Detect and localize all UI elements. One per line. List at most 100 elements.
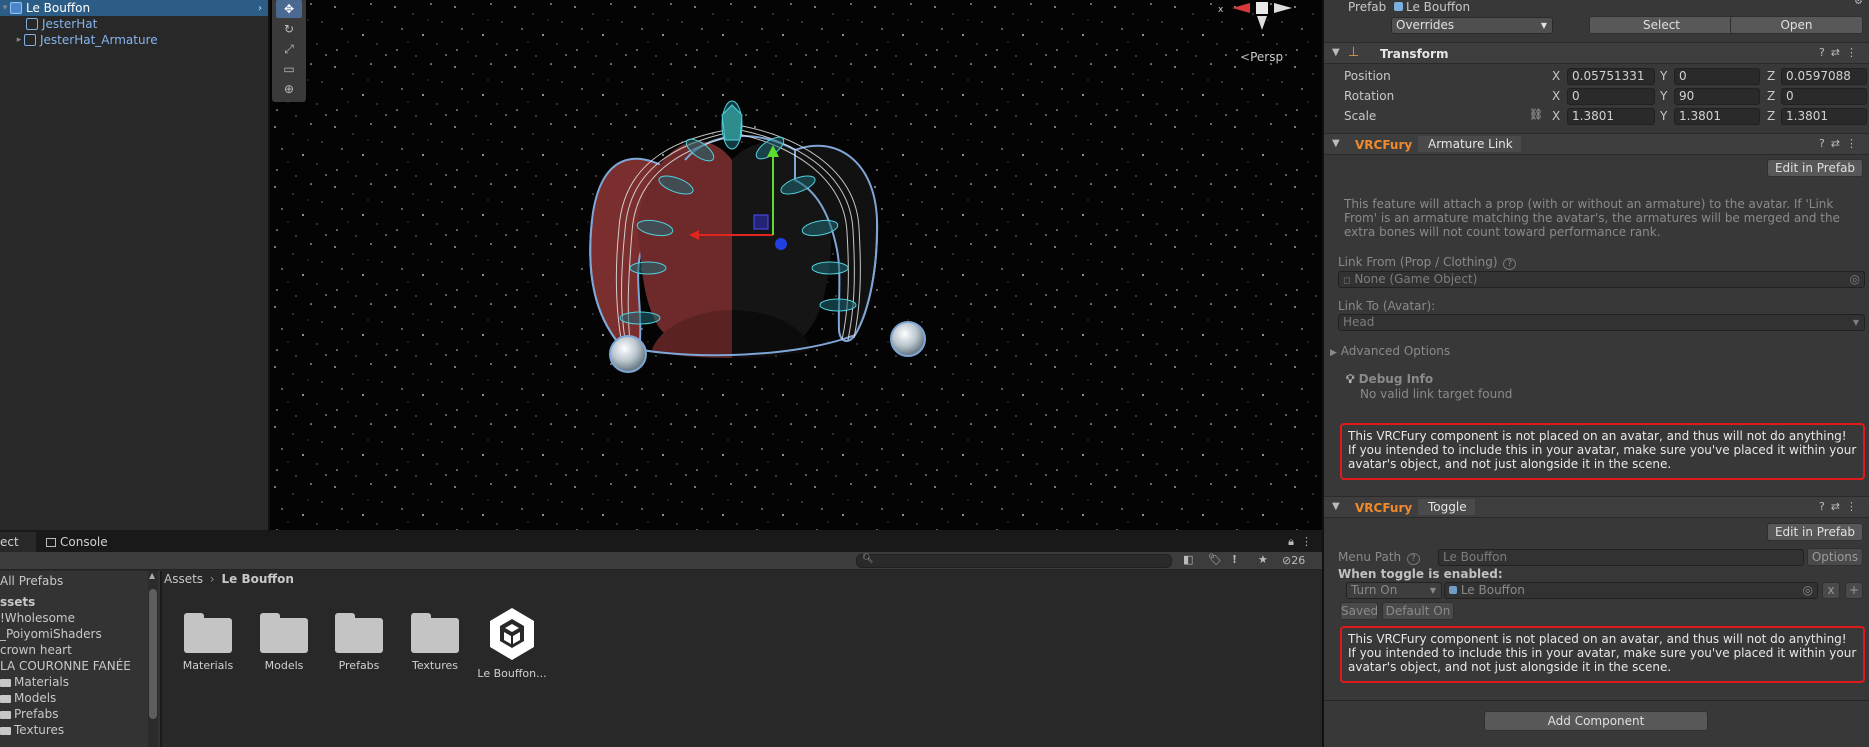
fold-arrow-icon[interactable]: ▼	[1332, 501, 1340, 512]
axis-z-label[interactable]: Z	[1767, 89, 1775, 103]
preset-icon[interactable]: ⇄	[1831, 46, 1846, 59]
kebab-menu-icon[interactable]: ⋮	[1301, 535, 1312, 548]
remove-action-button[interactable]: x	[1822, 582, 1840, 599]
prefab-name[interactable]: Le Bouffon	[1394, 0, 1470, 14]
tree-item-all-prefabs[interactable]: All Prefabs	[0, 574, 63, 588]
perspective-label[interactable]: <Persp	[1240, 50, 1283, 64]
link-icon[interactable]: ⛓︎	[1529, 108, 1543, 121]
tree-item-materials[interactable]: Materials	[0, 675, 69, 689]
default-on-toggle-button[interactable]: Default On	[1382, 602, 1454, 620]
axis-z-label[interactable]: Z	[1767, 109, 1775, 123]
axis-z-label[interactable]: Z	[1767, 69, 1775, 83]
transform-header[interactable]: ▼ ⊥ Transform ?⇄⋮	[1324, 42, 1869, 64]
help-icon[interactable]: ?	[1406, 553, 1420, 565]
edit-in-prefab-button[interactable]: Edit in Prefab	[1767, 159, 1863, 177]
help-icon[interactable]: ?	[1819, 137, 1831, 150]
project-splitter[interactable]	[160, 571, 162, 747]
gear-icon[interactable]: ⚙︎	[1854, 0, 1863, 7]
move-tool-icon[interactable]: ✥	[276, 0, 302, 18]
scale-x-field[interactable]: 1.3801	[1567, 108, 1655, 125]
object-picker-icon[interactable]: ◎	[1850, 272, 1860, 287]
tree-item-models[interactable]: Models	[0, 691, 56, 705]
scene-view[interactable]: x	[270, 0, 1322, 530]
hidden-count[interactable]: ⊘26	[1282, 554, 1305, 567]
asset-folder-prefabs[interactable]: Prefabs	[322, 603, 396, 672]
help-icon[interactable]: ?	[1819, 46, 1831, 59]
axis-x-label[interactable]: X	[1552, 89, 1560, 103]
link-from-field[interactable]: ◻︎ None (Game Object) ◎	[1338, 271, 1865, 288]
fold-arrow-icon[interactable]: ▸	[14, 35, 24, 45]
breadcrumb-assets[interactable]: Assets	[164, 572, 203, 586]
overrides-dropdown[interactable]: Overrides ▼	[1391, 17, 1553, 34]
tree-item-wholesome[interactable]: !Wholesome	[0, 611, 75, 625]
scale-tool-icon[interactable]: ⤢	[276, 40, 302, 58]
help-icon[interactable]: ?	[1503, 258, 1517, 270]
tree-item-poiyomi[interactable]: _PoiyomiShaders	[0, 627, 102, 641]
asset-folder-materials[interactable]: Materials	[171, 603, 245, 672]
scene-canvas[interactable]: x	[270, 0, 1322, 530]
select-button[interactable]: Select	[1589, 16, 1734, 34]
tree-item-textures[interactable]: Textures	[0, 723, 64, 737]
favorite-star-icon[interactable]: ★	[1258, 553, 1268, 566]
open-button[interactable]: Open	[1730, 16, 1863, 34]
menu-path-field[interactable]: Le Bouffon	[1438, 549, 1804, 566]
axis-y-label[interactable]: Y	[1660, 89, 1667, 103]
object-picker-icon[interactable]: ◎	[1803, 583, 1813, 598]
action-dropdown[interactable]: Turn On ▼	[1346, 582, 1442, 599]
tree-item-la-couronne[interactable]: LA COURONNE FANÉE	[0, 659, 131, 673]
rotation-x-field[interactable]: 0	[1567, 88, 1655, 105]
asset-folder-textures[interactable]: Textures	[398, 603, 472, 672]
tree-item-crown-heart[interactable]: crown heart	[0, 643, 72, 657]
asset-unity-package[interactable]: Le Bouffon...	[475, 603, 549, 680]
target-object-field[interactable]: Le Bouffon ◎	[1444, 582, 1818, 599]
axis-y-label[interactable]: Y	[1660, 69, 1667, 83]
toggle-header[interactable]: ▼ VRCFury Toggle ?⇄⋮	[1324, 496, 1869, 518]
hierarchy-item-jesterhat[interactable]: JesterHat	[0, 16, 268, 32]
project-search-input[interactable]: 🔍︎	[856, 554, 1172, 568]
add-action-button[interactable]: +	[1845, 582, 1863, 599]
rect-tool-icon[interactable]: ▭	[276, 60, 302, 78]
rotation-y-field[interactable]: 90	[1674, 88, 1760, 105]
axis-x-label[interactable]: X	[1552, 109, 1560, 123]
label-filter-icon[interactable]: 🏷︎	[1208, 553, 1222, 566]
asset-folder-models[interactable]: Models	[247, 603, 321, 672]
transform-tool-icon[interactable]: ⊕	[276, 80, 302, 98]
position-z-field[interactable]: 0.0597088	[1781, 68, 1867, 85]
type-filter-icon[interactable]: ◧	[1183, 553, 1193, 566]
lock-icon[interactable]: 🔒︎	[1288, 535, 1294, 549]
help-icon[interactable]: ?	[1819, 500, 1831, 513]
fold-arrow-icon[interactable]: ▾	[0, 3, 10, 13]
position-y-field[interactable]: 0	[1674, 68, 1760, 85]
options-button[interactable]: Options	[1807, 548, 1863, 566]
fold-arrow-icon[interactable]: ▼	[1332, 47, 1340, 58]
armature-link-header[interactable]: ▼ VRCFury Armature Link ?⇄⋮	[1324, 133, 1869, 155]
position-x-field[interactable]: 0.05751331	[1567, 68, 1655, 85]
preset-icon[interactable]: ⇄	[1831, 500, 1846, 513]
hierarchy-item-le-bouffon[interactable]: ▾ Le Bouffon ›	[0, 0, 268, 16]
saved-toggle-button[interactable]: Saved	[1340, 602, 1378, 620]
axis-y-label[interactable]: Y	[1660, 109, 1667, 123]
advanced-options-foldout[interactable]: ▶ Advanced Options	[1330, 344, 1450, 358]
breadcrumb-le-bouffon[interactable]: Le Bouffon	[222, 572, 294, 586]
tree-item-assets[interactable]: ssets	[0, 595, 35, 609]
axis-x-label[interactable]: X	[1552, 69, 1560, 83]
fold-arrow-icon[interactable]: ▼	[1332, 138, 1340, 149]
kebab-menu-icon[interactable]: ⋮	[1846, 46, 1863, 59]
preset-icon[interactable]: ⇄	[1831, 137, 1846, 150]
tree-scrollbar[interactable]: ▲	[148, 571, 158, 747]
add-component-button[interactable]: Add Component	[1484, 711, 1708, 731]
tree-item-prefabs[interactable]: Prefabs	[0, 707, 59, 721]
tree-scrollbar-thumb[interactable]	[149, 589, 157, 719]
link-to-dropdown[interactable]: Head ▼	[1338, 314, 1865, 331]
scale-z-field[interactable]: 1.3801	[1781, 108, 1867, 125]
scroll-up-icon[interactable]: ▲	[149, 571, 155, 580]
kebab-menu-icon[interactable]: ⋮	[1846, 500, 1863, 513]
edit-in-prefab-button[interactable]: Edit in Prefab	[1767, 523, 1863, 541]
scale-y-field[interactable]: 1.3801	[1674, 108, 1760, 125]
kebab-menu-icon[interactable]: ⋮	[1846, 137, 1863, 150]
rotate-tool-icon[interactable]: ↻	[276, 20, 302, 38]
rotation-z-field[interactable]: 0	[1781, 88, 1867, 105]
chevron-right-icon[interactable]: ›	[258, 3, 262, 14]
tab-console[interactable]: Console	[38, 532, 116, 552]
log-icon[interactable]: ❗︎	[1233, 553, 1236, 567]
